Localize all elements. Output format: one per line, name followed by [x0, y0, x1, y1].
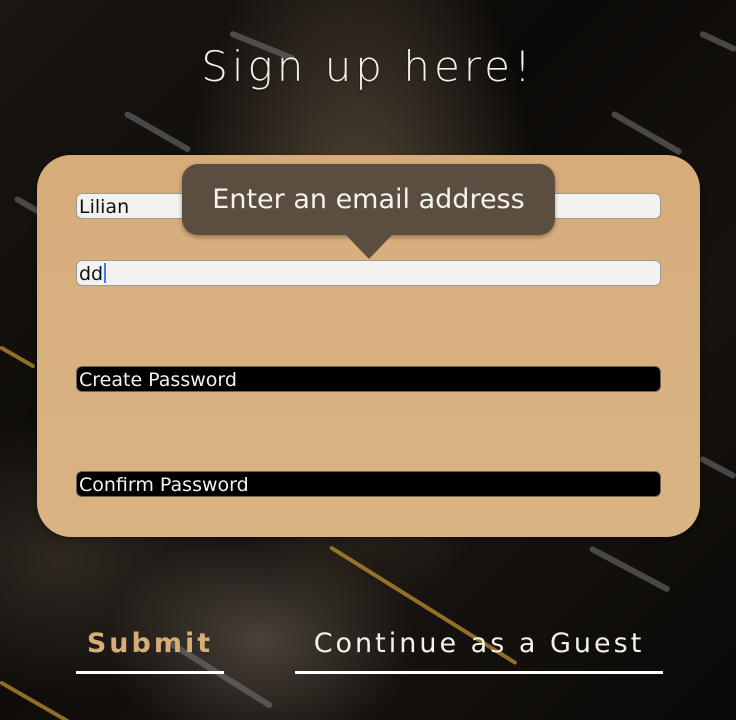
continue-as-guest-button[interactable]: Continue as a Guest: [295, 622, 663, 674]
submit-button[interactable]: Submit: [76, 622, 224, 674]
email-field-value: dd: [79, 263, 104, 285]
tooltip-arrow: [344, 233, 394, 259]
validation-tooltip-text: Enter an email address: [212, 184, 525, 215]
light-streak: [123, 110, 192, 154]
create-password-field[interactable]: Create Password: [76, 366, 661, 392]
page-title: Sign up here!: [201, 42, 535, 91]
name-field-value: Lilian: [79, 196, 130, 218]
light-streak: [0, 680, 71, 720]
email-field[interactable]: dd: [76, 260, 661, 286]
light-streak: [610, 110, 683, 156]
confirm-password-field[interactable]: Confirm Password: [76, 471, 661, 497]
light-streak: [588, 545, 671, 593]
confirm-password-placeholder: Confirm Password: [79, 474, 249, 496]
light-streak: [698, 455, 736, 480]
create-password-placeholder: Create Password: [79, 369, 237, 391]
light-streak: [0, 345, 36, 369]
text-caret: [104, 263, 107, 283]
validation-tooltip: Enter an email address: [182, 164, 555, 235]
